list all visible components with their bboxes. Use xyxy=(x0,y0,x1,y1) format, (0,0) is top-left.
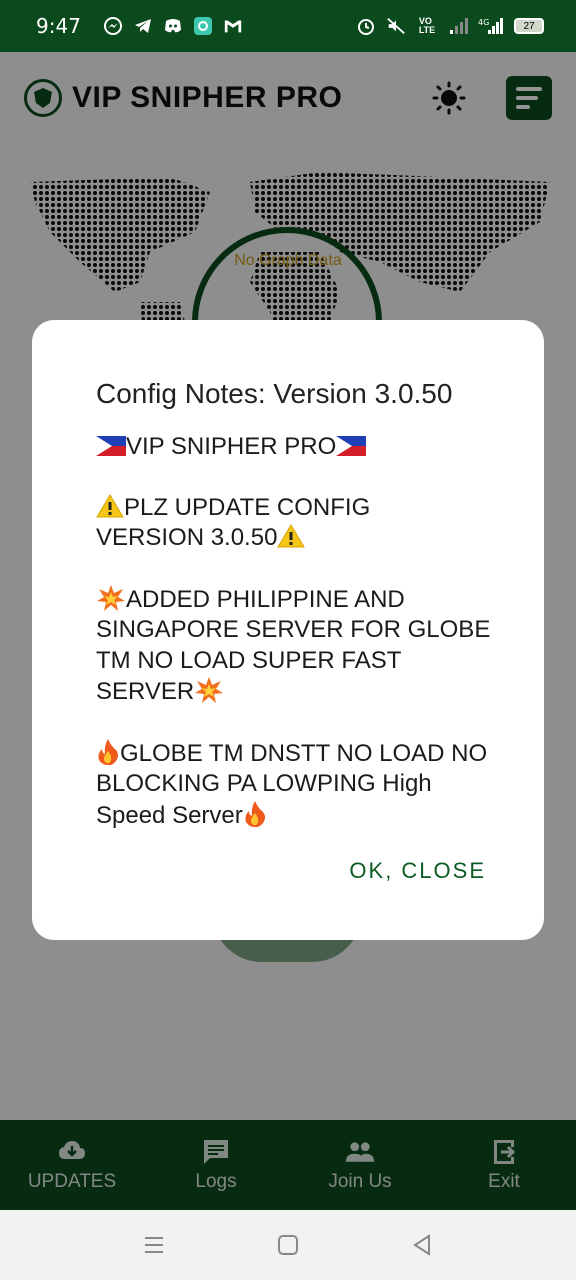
back-icon[interactable] xyxy=(410,1233,434,1257)
collision-icon xyxy=(97,584,125,611)
svg-text:4G: 4G xyxy=(478,18,489,27)
philippines-flag-icon xyxy=(336,436,367,456)
dialog-line-update: PLZ UPDATE CONFIG xyxy=(124,493,371,521)
volte-icon: VO LTE xyxy=(418,16,436,35)
gmail-icon xyxy=(223,16,243,36)
system-status-icons: VO LTE 4G 27 xyxy=(356,16,544,36)
collision-icon xyxy=(195,677,224,703)
philippines-flag-icon xyxy=(96,436,126,456)
ok-close-button[interactable]: OK, CLOSE xyxy=(349,858,486,884)
mute-icon xyxy=(386,16,406,36)
home-icon[interactable] xyxy=(276,1233,300,1257)
signal-4g-icon: 4G xyxy=(478,16,504,36)
system-navigation-bar xyxy=(0,1210,576,1280)
telegram-icon xyxy=(133,16,153,36)
app-icon xyxy=(193,16,213,36)
dialog-line-dnstt: GLOBE TM DNSTT NO LOAD NO BLOCKING PA LO… xyxy=(96,739,488,829)
dialog-body: VIP SNIPHER PRO PLZ UPDATE CONFIG VERSION… xyxy=(96,432,504,831)
messenger-icon xyxy=(103,16,123,36)
dialog-title: Config Notes: Version 3.0.50 xyxy=(96,378,453,409)
signal-icon xyxy=(448,16,468,36)
fire-icon xyxy=(245,800,265,827)
warning-icon xyxy=(96,493,124,517)
dialog-line-servers: ADDED PHILIPPINE AND SINGAPORE SERVER FO… xyxy=(96,585,491,706)
notification-icons xyxy=(103,16,243,36)
dialog-line-app-name: VIP SNIPHER PRO xyxy=(126,433,337,460)
config-notes-dialog: Config Notes: Version 3.0.50 VIP SNIPHER… xyxy=(32,320,544,940)
recents-icon[interactable] xyxy=(142,1233,166,1257)
battery-icon: 27 xyxy=(514,18,544,34)
discord-icon xyxy=(163,16,183,36)
fire-icon xyxy=(98,738,118,765)
status-time: 9:47 xyxy=(36,14,81,38)
status-bar: 9:47 VO LTE 4G 27 xyxy=(0,0,576,52)
alarm-icon xyxy=(356,16,376,36)
warning-icon xyxy=(277,524,306,548)
dialog-line-version: VERSION 3.0.50 xyxy=(96,524,278,551)
